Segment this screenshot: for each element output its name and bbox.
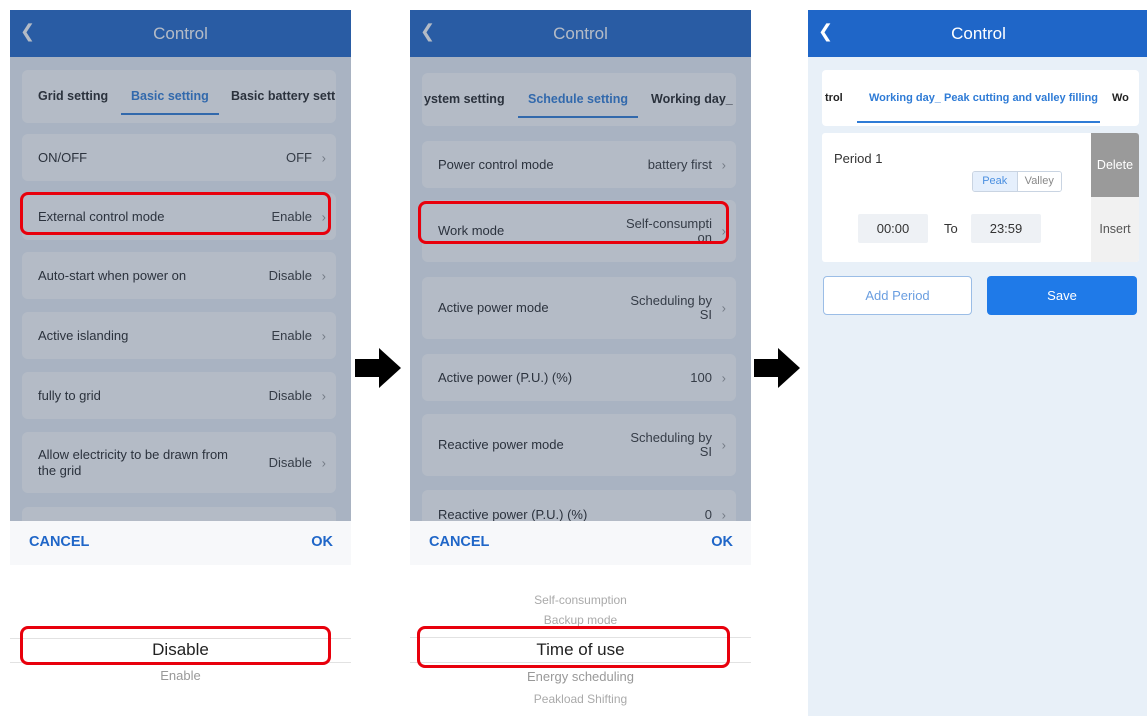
picker-option[interactable]: Energy scheduling <box>410 669 751 684</box>
stage: ❮ Control Grid setting Basic setting Bas… <box>0 0 1147 716</box>
settings-content: Grid setting Basic setting Basic battery… <box>10 57 351 521</box>
top-bar: ❮ Control <box>410 10 751 57</box>
chevron-right-icon: › <box>321 268 326 283</box>
start-time-field[interactable]: 00:00 <box>858 214 928 243</box>
next-step-arrow-icon <box>754 348 800 388</box>
highlight-time-of-use-option <box>417 626 730 668</box>
setting-row-fully-to-grid[interactable]: fully to grid Disable › <box>22 372 336 419</box>
chevron-right-icon: › <box>321 150 326 165</box>
picker-option[interactable]: Self-consumption <box>410 593 751 607</box>
insert-button[interactable]: Insert <box>1091 197 1139 262</box>
settings-content: ystem setting Schedule setting Working d… <box>410 57 751 521</box>
chevron-right-icon: › <box>721 437 726 453</box>
setting-label: fully to grid <box>38 387 101 403</box>
chevron-right-icon: › <box>321 328 326 343</box>
setting-row-power-control-mode[interactable]: Power control mode battery first › <box>422 141 736 188</box>
chevron-right-icon: › <box>321 455 326 470</box>
cancel-button[interactable]: CANCEL <box>429 534 489 550</box>
setting-label: Active power mode <box>438 300 549 315</box>
settings-tab-bar: Grid setting Basic setting Basic battery… <box>22 70 336 123</box>
setting-label: Auto-start when power on <box>38 267 187 283</box>
tab-basic-setting[interactable]: Basic setting <box>121 70 219 123</box>
setting-label: Power control mode <box>438 156 554 172</box>
setting-row-reactive-power-pu[interactable]: Reactive power (P.U.) (%) 0 › <box>422 490 736 521</box>
setting-row-reactive-power-mode[interactable]: Reactive power mode Scheduling by SI › <box>422 414 736 476</box>
setting-value: Scheduling by SI <box>630 430 712 459</box>
setting-value: Disable <box>268 267 312 283</box>
setting-label: Active power (P.U.) (%) <box>438 369 573 385</box>
page-title: Control <box>951 23 1006 43</box>
tab-working-day-next[interactable]: Wo <box>1112 70 1129 126</box>
delete-button[interactable]: Delete <box>1091 133 1139 197</box>
setting-value: 100 <box>690 369 712 385</box>
setting-row-on-off[interactable]: ON/OFF OFF › <box>22 134 336 181</box>
tab-working-day-peak[interactable]: Working day_ Peak cutting and valley fil… <box>869 70 1098 126</box>
tab-control[interactable]: trol <box>825 70 843 126</box>
page-title: Control <box>153 23 208 43</box>
period-label: Period 1 <box>834 151 883 166</box>
setting-label: Allow electricity to be drawn from the g… <box>38 446 229 478</box>
add-period-button[interactable]: Add Period <box>823 276 972 315</box>
setting-row-allow-draw-from-grid[interactable]: Allow electricity to be drawn from the g… <box>22 432 336 493</box>
end-time-field[interactable]: 23:59 <box>971 214 1041 243</box>
highlight-external-control-mode <box>20 192 331 235</box>
setting-value: Scheduling by SI <box>630 293 712 322</box>
peak-valley-toggle[interactable]: Peak Valley <box>972 171 1062 192</box>
tab-grid-setting[interactable]: Grid setting <box>38 70 108 123</box>
setting-row-auto-start[interactable]: Auto-start when power on Disable › <box>22 252 336 299</box>
chevron-right-icon: › <box>321 388 326 403</box>
setting-label: Active islanding <box>38 327 129 343</box>
back-arrow-icon[interactable]: ❮ <box>420 21 435 42</box>
schedule-tab-bar: trol Working day_ Peak cutting and valle… <box>822 70 1139 126</box>
chevron-right-icon: › <box>721 370 726 385</box>
setting-row-active-power-pu[interactable]: Active power (P.U.) (%) 100 › <box>422 354 736 401</box>
ok-button[interactable]: OK <box>311 534 333 550</box>
back-arrow-icon[interactable]: ❮ <box>20 21 35 42</box>
highlight-disable-option <box>20 626 331 665</box>
tab-schedule-setting[interactable]: Schedule setting <box>517 73 639 126</box>
picker-action-bar: CANCEL OK <box>410 521 751 565</box>
active-tab-underline <box>857 121 1100 123</box>
to-label: To <box>944 221 958 236</box>
setting-label: Reactive power mode <box>438 437 564 452</box>
phone-screen-period-editor: ❮ Control trol Working day_ Peak cutting… <box>808 10 1147 716</box>
top-bar: ❮ Control <box>10 10 351 57</box>
picker-action-bar: CANCEL OK <box>10 521 351 565</box>
setting-row-active-islanding[interactable]: Active islanding Enable › <box>22 312 336 359</box>
page-title: Control <box>553 23 608 43</box>
setting-row-active-power-mode[interactable]: Active power mode Scheduling by SI › <box>422 277 736 339</box>
tab-basic-battery-setting[interactable]: Basic battery setti <box>231 70 336 123</box>
tab-working-day[interactable]: Working day_ <box>651 73 733 126</box>
next-step-arrow-icon <box>355 348 401 388</box>
setting-value: 0 <box>704 507 712 522</box>
setting-value: battery first <box>647 156 712 172</box>
setting-value: Enable <box>271 327 312 343</box>
save-button[interactable]: Save <box>987 276 1137 315</box>
back-arrow-icon[interactable]: ❮ <box>818 21 833 42</box>
picker-option[interactable]: Enable <box>10 668 351 683</box>
chevron-right-icon: › <box>721 300 726 316</box>
cancel-button[interactable]: CANCEL <box>29 534 89 550</box>
phone-screen-basic-setting: ❮ Control Grid setting Basic setting Bas… <box>10 10 351 716</box>
tab-system-setting[interactable]: ystem setting <box>424 73 505 126</box>
picker-option[interactable]: Backup mode <box>410 613 751 627</box>
setting-label: Reactive power (P.U.) (%) <box>438 507 588 521</box>
period-card: Period 1 Peak Valley 00:00 To 23:59 Dele… <box>822 133 1139 262</box>
top-bar: ❮ Control <box>808 10 1147 57</box>
setting-value: OFF <box>286 149 312 165</box>
picker-option[interactable]: Peakload Shifting <box>410 692 751 706</box>
setting-value: Disable <box>268 387 312 403</box>
peak-option[interactable]: Peak <box>973 172 1018 191</box>
ok-button[interactable]: OK <box>711 534 733 550</box>
setting-label: ON/OFF <box>38 149 88 165</box>
setting-value: Disable <box>268 454 312 470</box>
highlight-work-mode <box>418 201 729 244</box>
valley-option[interactable]: Valley <box>1017 172 1061 191</box>
phone-screen-schedule-setting: ❮ Control ystem setting Schedule setting… <box>410 10 751 716</box>
chevron-right-icon: › <box>721 507 726 522</box>
setting-row-partial <box>22 507 336 521</box>
chevron-right-icon: › <box>721 157 726 172</box>
settings-tab-bar: ystem setting Schedule setting Working d… <box>422 73 736 126</box>
